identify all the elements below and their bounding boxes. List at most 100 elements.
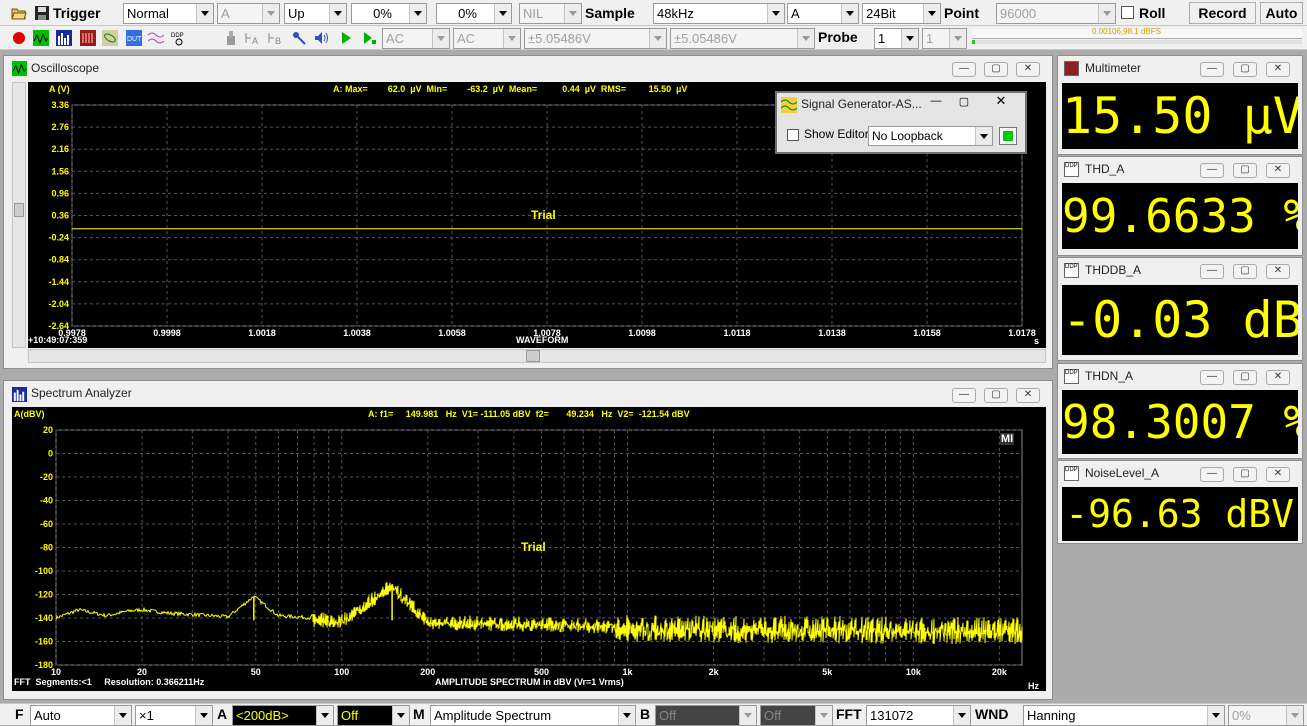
meter-window: DDP THDN_A — ▢ ✕ 98.3007 % [1057, 363, 1303, 459]
maximize-button[interactable]: ▢ [984, 388, 1008, 403]
minimize-button[interactable]: — [1200, 62, 1224, 77]
freq-mode-select[interactable]: Auto [30, 705, 132, 726]
a-range-select[interactable]: <200dB> [232, 705, 334, 726]
open-folder-icon[interactable] [11, 5, 27, 21]
loopback-select[interactable]: No Loopback [868, 126, 993, 146]
multimeter-icon[interactable] [80, 30, 96, 46]
coupling-a-select[interactable]: AC [382, 28, 450, 49]
spec-y-tick: -80 [40, 543, 53, 553]
channel-select[interactable]: A [787, 3, 859, 24]
lissajous-icon[interactable] [102, 30, 118, 46]
maximize-button[interactable]: ▢ [1233, 163, 1257, 178]
oscilloscope-title: Oscilloscope [31, 61, 100, 75]
minimize-button[interactable]: — [1200, 163, 1224, 178]
minimize-button[interactable]: — [952, 388, 976, 403]
minimize-button[interactable]: — [1200, 264, 1224, 279]
bit-depth-select[interactable]: 24Bit [862, 3, 941, 24]
spin-arrows-icon[interactable] [494, 4, 511, 23]
ddp-icon[interactable]: DDP [171, 30, 187, 46]
measurement-mode-select[interactable]: Amplitude Spectrum [430, 705, 636, 726]
spin-arrows-icon[interactable] [409, 4, 426, 23]
close-button[interactable]: ✕ [981, 93, 1021, 111]
generator-run-button[interactable] [999, 127, 1017, 145]
osc-x-axis-label: WAVEFORM [516, 335, 569, 345]
record-dot-icon[interactable] [11, 30, 27, 46]
scroll-thumb[interactable] [526, 350, 540, 362]
loopback-value: No Loopback [872, 129, 943, 143]
spectrum-plot[interactable]: 20 0 -20 -40 -60 -80 -100 -120 -140 -160 -180 10 20 5… [12, 407, 1046, 691]
close-button[interactable]: ✕ [1016, 388, 1040, 403]
trigger-level-1-input[interactable]: 0% [351, 3, 427, 24]
chevron-down-icon [195, 706, 212, 725]
record-button[interactable]: Record [1189, 2, 1256, 24]
b-off-select-2[interactable]: Off [760, 705, 833, 726]
channel-b-icon[interactable]: B [268, 30, 284, 46]
maximize-button[interactable]: ▢ [984, 62, 1008, 77]
channel-a-icon[interactable]: A [245, 30, 261, 46]
osc-horizontal-scrollbar[interactable] [28, 349, 1046, 363]
show-editor-label: Show Editor [804, 127, 869, 141]
dut-icon[interactable]: DUT [126, 30, 142, 46]
probe-b-value: 1 [926, 31, 934, 46]
play-step-icon[interactable] [361, 30, 377, 46]
osc-vertical-scrollbar[interactable] [12, 82, 26, 348]
range-b-select[interactable]: ±5.05486V [670, 28, 815, 49]
maximize-button[interactable]: ▢ [951, 95, 977, 111]
meter-display: -0.03 dB [1062, 285, 1298, 355]
trigger-channel-select[interactable]: A [217, 3, 280, 24]
trigger-edge-select[interactable]: Up [284, 3, 347, 24]
chevron-down-icon [923, 4, 940, 23]
sample-rate-select[interactable]: 48kHz [653, 3, 785, 24]
spec-x-tick: 1k [623, 667, 634, 677]
maximize-button[interactable]: ▢ [1233, 467, 1257, 482]
probe-a-select[interactable]: 1 [874, 28, 919, 49]
spec-x-tick: 2k [709, 667, 720, 677]
chevron-down-icon [975, 127, 992, 145]
trigger-mode-select[interactable]: Normal [123, 3, 214, 24]
osc-x-tick: 1.0018 [248, 328, 276, 338]
nil-select[interactable]: NIL [519, 3, 582, 24]
probe-icon[interactable] [223, 30, 239, 46]
close-button[interactable]: ✕ [1016, 62, 1040, 77]
osc-y-tick: 3.36 [51, 100, 69, 110]
spectrum-icon[interactable] [56, 30, 72, 46]
minimize-button[interactable]: — [1200, 467, 1224, 482]
level-meter: 0.00106,98.1 dBFS [972, 27, 1302, 39]
minimize-button[interactable]: — [923, 95, 949, 111]
a-off-select[interactable]: Off [337, 705, 410, 726]
close-button[interactable]: ✕ [1266, 264, 1290, 279]
overlap-select[interactable]: 0% [1228, 705, 1304, 726]
chevron-down-icon [649, 29, 666, 48]
minimize-button[interactable]: — [1200, 370, 1224, 385]
auto-button[interactable]: Auto [1260, 2, 1303, 24]
points-select[interactable]: 96000 [996, 3, 1116, 24]
b-off-select-1[interactable]: Off [655, 705, 757, 726]
channel-value: A [791, 6, 800, 21]
play-icon[interactable] [338, 30, 354, 46]
probe-b-select[interactable]: 1 [922, 28, 967, 49]
window-select[interactable]: Hanning [1023, 705, 1225, 726]
maximize-button[interactable]: ▢ [1233, 62, 1257, 77]
save-icon[interactable] [34, 5, 50, 21]
coupling-b-select[interactable]: AC [453, 28, 521, 49]
close-button[interactable]: ✕ [1266, 62, 1290, 77]
minimize-button[interactable]: — [952, 62, 976, 77]
fft-size-select[interactable]: 131072 [866, 705, 971, 726]
oscilloscope-icon[interactable] [33, 30, 49, 46]
speaker-icon[interactable] [313, 30, 329, 46]
maximize-button[interactable]: ▢ [1233, 370, 1257, 385]
range-a-select[interactable]: ±5.05486V [524, 28, 667, 49]
link-icon[interactable] [291, 30, 307, 46]
chevron-down-icon [114, 706, 131, 725]
trigger-level-2-input[interactable]: 0% [436, 3, 512, 24]
close-button[interactable]: ✕ [1266, 467, 1290, 482]
close-button[interactable]: ✕ [1266, 163, 1290, 178]
multiplier-select[interactable]: ×1 [135, 705, 213, 726]
close-button[interactable]: ✕ [1266, 370, 1290, 385]
maximize-button[interactable]: ▢ [1233, 264, 1257, 279]
roll-checkbox[interactable] [1121, 6, 1134, 19]
osc-x-tick: 1.0058 [438, 328, 466, 338]
wave-icon[interactable] [148, 30, 164, 46]
show-editor-checkbox[interactable] [787, 129, 799, 141]
scroll-thumb[interactable] [14, 203, 24, 217]
